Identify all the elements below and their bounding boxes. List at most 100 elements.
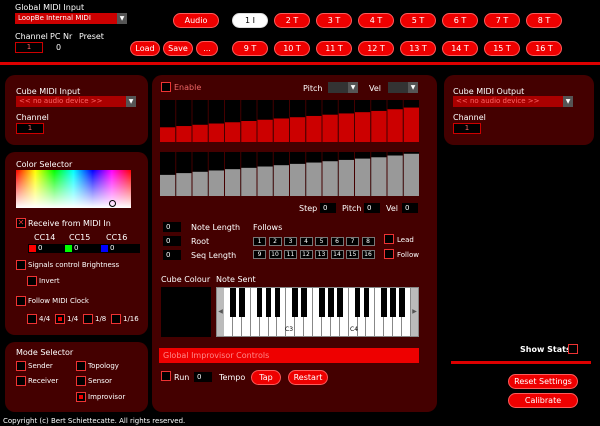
pad-10-button[interactable]: 10 T bbox=[274, 41, 310, 56]
pitch2-value[interactable]: 0 bbox=[364, 203, 380, 213]
black-key[interactable] bbox=[292, 288, 299, 317]
pad-13-button[interactable]: 13 T bbox=[400, 41, 436, 56]
pad-7-button[interactable]: 7 T bbox=[484, 13, 520, 28]
follows-cell-16[interactable]: 16 bbox=[361, 250, 375, 259]
follows-cell-9[interactable]: 9 bbox=[253, 250, 266, 259]
follows-cell-15[interactable]: 15 bbox=[346, 250, 359, 259]
pad-5-button[interactable]: 5 T bbox=[400, 13, 436, 28]
sensor-radio[interactable] bbox=[76, 376, 86, 386]
black-key[interactable] bbox=[230, 288, 236, 317]
save-button[interactable]: Save bbox=[163, 41, 193, 56]
seq-length-value[interactable]: 0 bbox=[163, 250, 181, 260]
pitch-step-sliders[interactable] bbox=[160, 100, 419, 142]
follows-cell-13[interactable]: 13 bbox=[315, 250, 328, 259]
lead-checkbox[interactable] bbox=[384, 234, 394, 244]
follows-cell-10[interactable]: 10 bbox=[268, 250, 282, 259]
improvisor-radio[interactable] bbox=[76, 392, 86, 402]
follows-cell-5[interactable]: 5 bbox=[315, 237, 328, 246]
topology-radio[interactable] bbox=[76, 361, 86, 371]
pad-16-button[interactable]: 16 T bbox=[526, 41, 562, 56]
follows-cell-8[interactable]: 8 bbox=[361, 237, 375, 246]
pad-9-button[interactable]: 9 T bbox=[232, 41, 268, 56]
receiver-radio[interactable] bbox=[16, 376, 26, 386]
clock-4-4-radio[interactable] bbox=[27, 314, 37, 324]
restart-button[interactable]: Restart bbox=[288, 370, 328, 385]
piano-keyboard[interactable]: ◀ ▶ bbox=[216, 287, 419, 337]
pad-1-button[interactable]: 1 I bbox=[232, 13, 268, 28]
cc14-value-box[interactable]: 0 bbox=[28, 244, 68, 253]
pad-2-button[interactable]: 2 T bbox=[274, 13, 310, 28]
piano-keys[interactable] bbox=[224, 288, 411, 336]
follows-cell-12[interactable]: 12 bbox=[299, 250, 313, 259]
global-channel-input[interactable]: 1 bbox=[15, 42, 43, 53]
pad-6-button[interactable]: 6 T bbox=[442, 13, 478, 28]
run-checkbox[interactable] bbox=[161, 371, 171, 381]
follows-cell-3[interactable]: 3 bbox=[284, 237, 297, 246]
black-key[interactable] bbox=[363, 288, 370, 317]
follows-cell-2[interactable]: 2 bbox=[268, 237, 282, 246]
cc15-value-box[interactable]: 0 bbox=[64, 244, 104, 253]
black-key[interactable] bbox=[265, 288, 272, 317]
follows-cell-7[interactable]: 7 bbox=[346, 237, 359, 246]
tempo-value[interactable]: 0 bbox=[194, 372, 212, 382]
step-value[interactable]: 0 bbox=[320, 203, 336, 213]
pad-3-button[interactable]: 3 T bbox=[316, 13, 352, 28]
cube-input-channel-input[interactable]: 1 bbox=[16, 123, 44, 134]
receive-midi-checkbox[interactable]: ✕ bbox=[16, 218, 26, 228]
enable-checkbox[interactable] bbox=[161, 82, 171, 92]
black-key[interactable] bbox=[328, 288, 334, 317]
note-length-value[interactable]: 0 bbox=[163, 222, 181, 232]
follows-cell-14[interactable]: 14 bbox=[330, 250, 344, 259]
audio-button[interactable]: Audio bbox=[173, 13, 219, 28]
follow-checkbox[interactable] bbox=[384, 249, 394, 259]
pad-14-button[interactable]: 14 T bbox=[442, 41, 478, 56]
black-key[interactable] bbox=[274, 288, 281, 317]
black-key[interactable] bbox=[319, 288, 325, 317]
follows-cell-6[interactable]: 6 bbox=[330, 237, 344, 246]
black-key[interactable] bbox=[336, 288, 343, 317]
clock-1-4-radio[interactable] bbox=[55, 314, 65, 324]
calibrate-button[interactable]: Calibrate bbox=[508, 393, 578, 408]
pitch-step-fill-4 bbox=[208, 123, 224, 142]
invert-checkbox[interactable] bbox=[27, 276, 37, 286]
follows-cell-11[interactable]: 11 bbox=[284, 250, 297, 259]
pad-12-button[interactable]: 12 T bbox=[358, 41, 394, 56]
follow-midi-clock-checkbox[interactable] bbox=[16, 296, 26, 306]
cube-midi-output-select[interactable]: << no audio device >> ▼ bbox=[453, 96, 573, 107]
signals-brightness-checkbox[interactable] bbox=[16, 260, 26, 270]
follows-cell-1[interactable]: 1 bbox=[253, 237, 266, 246]
sender-radio[interactable] bbox=[16, 361, 26, 371]
vel2-value[interactable]: 0 bbox=[402, 203, 418, 213]
cc16-value-box[interactable]: 0 bbox=[100, 244, 140, 253]
global-midi-device-select[interactable]: LoopBe Internal MIDI ▼ bbox=[15, 13, 127, 24]
black-key[interactable] bbox=[399, 288, 405, 317]
tap-button[interactable]: Tap bbox=[251, 370, 281, 385]
color-picker-handle[interactable] bbox=[109, 200, 116, 207]
more-button[interactable]: ... bbox=[196, 41, 218, 56]
load-button[interactable]: Load bbox=[130, 41, 160, 56]
black-key[interactable] bbox=[256, 288, 263, 317]
show-stats-checkbox[interactable] bbox=[568, 344, 578, 354]
pad-11-button[interactable]: 11 T bbox=[316, 41, 352, 56]
pitch-select[interactable]: ▼ bbox=[328, 82, 358, 93]
scroll-right-icon[interactable]: ▶ bbox=[411, 288, 418, 336]
cube-midi-input-select[interactable]: << no audio device >> ▼ bbox=[16, 96, 136, 107]
reset-settings-button[interactable]: Reset Settings bbox=[508, 374, 578, 389]
black-key[interactable] bbox=[390, 288, 397, 317]
scroll-left-icon[interactable]: ◀ bbox=[217, 288, 224, 336]
cube-output-channel-input[interactable]: 1 bbox=[453, 123, 481, 134]
velocity-step-sliders[interactable] bbox=[160, 152, 419, 196]
vel-select[interactable]: ▼ bbox=[388, 82, 418, 93]
clock-1-16-radio[interactable] bbox=[111, 314, 121, 324]
pad-15-button[interactable]: 15 T bbox=[484, 41, 520, 56]
color-picker[interactable] bbox=[16, 170, 131, 208]
black-key[interactable] bbox=[238, 288, 245, 317]
black-key[interactable] bbox=[381, 288, 388, 317]
pad-8-button[interactable]: 8 T bbox=[526, 13, 562, 28]
root-value[interactable]: 0 bbox=[163, 236, 181, 246]
pad-4-button[interactable]: 4 T bbox=[358, 13, 394, 28]
black-key[interactable] bbox=[354, 288, 361, 317]
follows-cell-4[interactable]: 4 bbox=[299, 237, 313, 246]
clock-1-8-radio[interactable] bbox=[83, 314, 93, 324]
black-key[interactable] bbox=[301, 288, 307, 317]
